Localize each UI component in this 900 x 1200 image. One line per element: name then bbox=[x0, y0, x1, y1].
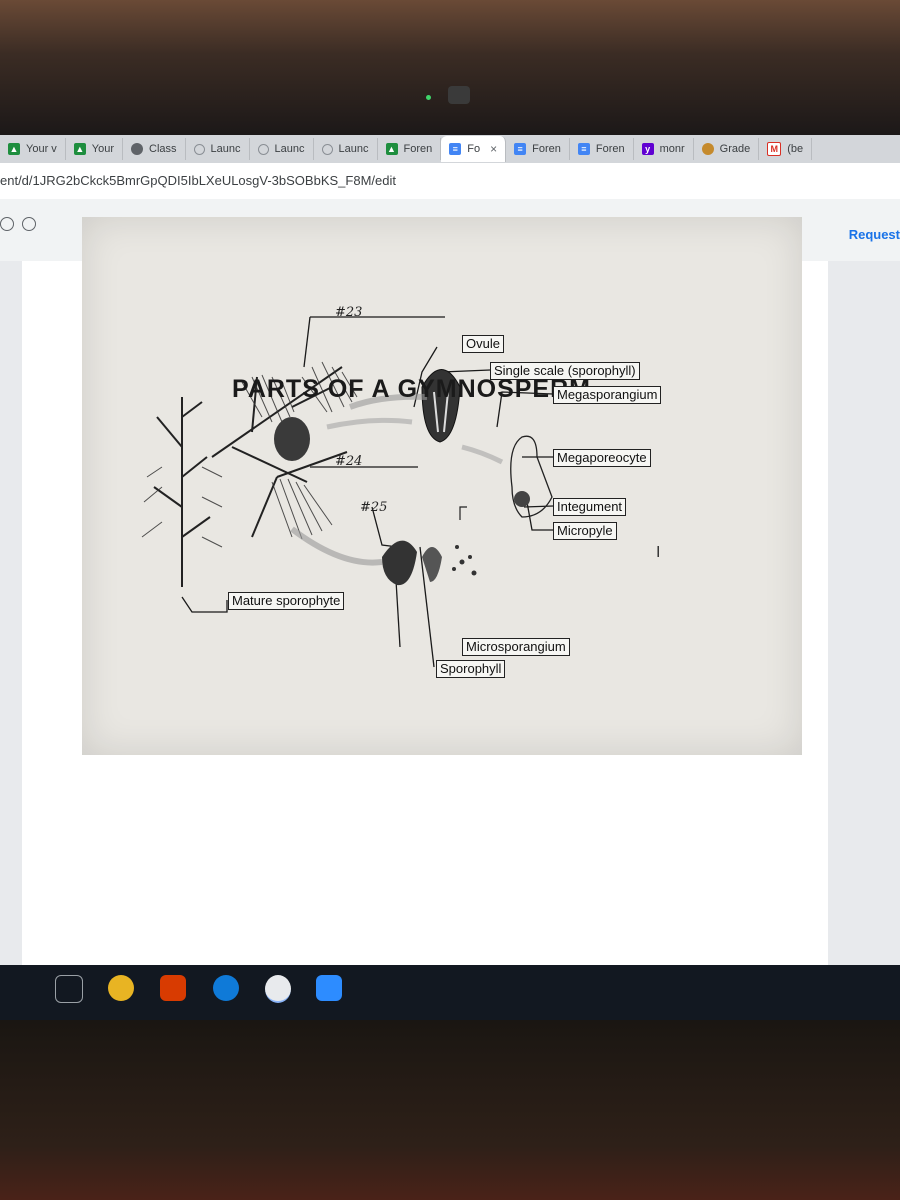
label-micropyle: Micropyle bbox=[553, 522, 617, 540]
launch-icon bbox=[257, 143, 269, 155]
pollen-cone-icon bbox=[382, 540, 417, 586]
label-megasporangium: Megasporangium bbox=[553, 386, 662, 404]
drive-icon: ▲ bbox=[385, 143, 398, 155]
address-bar[interactable]: ent/d/1JRG2bCkck5BmrGpQDI5IbLXeULosgV-3b… bbox=[0, 163, 900, 200]
blank-25: #25 bbox=[360, 500, 388, 515]
label-ovule: Ovule bbox=[462, 335, 504, 353]
browser-tab[interactable]: Class bbox=[123, 138, 186, 160]
browser-tab[interactable]: ≡ Foren bbox=[570, 138, 634, 160]
yahoo-icon: y bbox=[641, 143, 654, 155]
browser-tab[interactable]: ▲ Your v bbox=[0, 138, 66, 160]
label-single-scale: Single scale (sporophyll) bbox=[490, 362, 640, 380]
browser-tab-bar: ▲ Your v ▲ Your Class Launc Launc Launc ▲ F… bbox=[0, 135, 900, 163]
edge-icon[interactable] bbox=[213, 975, 239, 1001]
drive-icon: ▲ bbox=[8, 143, 20, 155]
launch-icon bbox=[193, 143, 205, 155]
label-mature-sporophyte: Mature sporophyte bbox=[228, 592, 345, 610]
drive-icon: ▲ bbox=[73, 143, 86, 155]
request-access-button[interactable]: Request bbox=[849, 227, 900, 242]
browser-tab[interactable]: ≡ Foren bbox=[506, 138, 570, 160]
seed-cone-icon bbox=[274, 417, 310, 461]
laptop-bezel-top bbox=[0, 0, 900, 135]
browser-tab[interactable]: ▲ Your bbox=[66, 138, 124, 160]
browser-tab[interactable]: Launc bbox=[250, 138, 314, 160]
label-sporophyll: Sporophyll bbox=[436, 660, 506, 678]
browser-tab[interactable]: M (be bbox=[759, 138, 813, 160]
docs-icon: ≡ bbox=[514, 143, 527, 155]
label-megasporocyte: Megaporeocyte bbox=[553, 449, 651, 467]
launch-icon bbox=[321, 143, 333, 155]
browser-tab[interactable]: Launc bbox=[186, 138, 250, 160]
windows-taskbar bbox=[0, 965, 900, 1020]
browser-tab[interactable]: Grade bbox=[694, 138, 760, 160]
camera-led-icon bbox=[426, 95, 431, 100]
webcam-icon bbox=[448, 86, 470, 104]
blank-23: #23 bbox=[335, 305, 363, 320]
grade-icon bbox=[701, 143, 714, 155]
browser-tab[interactable]: y monr bbox=[634, 138, 694, 160]
close-icon[interactable]: × bbox=[490, 142, 497, 156]
norton-icon[interactable] bbox=[108, 975, 134, 1001]
text-cursor-icon: I bbox=[656, 544, 661, 561]
url-text[interactable]: ent/d/1JRG2bCkck5BmrGpQDI5IbLXeULosgV-3b… bbox=[0, 173, 396, 188]
embedded-slide-image: PARTS OF A GYMNOSPERM #23 #24 #25 Ovule … bbox=[82, 217, 802, 755]
label-integument: Integument bbox=[553, 498, 627, 516]
docs-icon: ≡ bbox=[449, 143, 462, 155]
browser-tab-active[interactable]: ≡ Fo × bbox=[441, 136, 507, 162]
browser-tab[interactable]: Launc bbox=[314, 138, 378, 160]
history-icon[interactable] bbox=[0, 217, 14, 231]
chrome-icon[interactable] bbox=[265, 975, 291, 1003]
zoom-icon[interactable] bbox=[316, 975, 342, 1001]
label-microsporangium: Microsporangium bbox=[462, 638, 570, 656]
classroom-icon bbox=[131, 143, 144, 155]
cloud-status-icon[interactable] bbox=[22, 217, 36, 231]
docs-icon: ≡ bbox=[577, 143, 590, 155]
office-icon[interactable] bbox=[160, 975, 186, 1001]
gmail-icon: M bbox=[767, 142, 782, 156]
browser-tab[interactable]: ▲ Foren bbox=[378, 138, 442, 160]
laptop-bezel-bottom bbox=[0, 1020, 900, 1200]
task-view-icon[interactable] bbox=[55, 975, 83, 1003]
blank-24: #24 bbox=[335, 454, 363, 469]
